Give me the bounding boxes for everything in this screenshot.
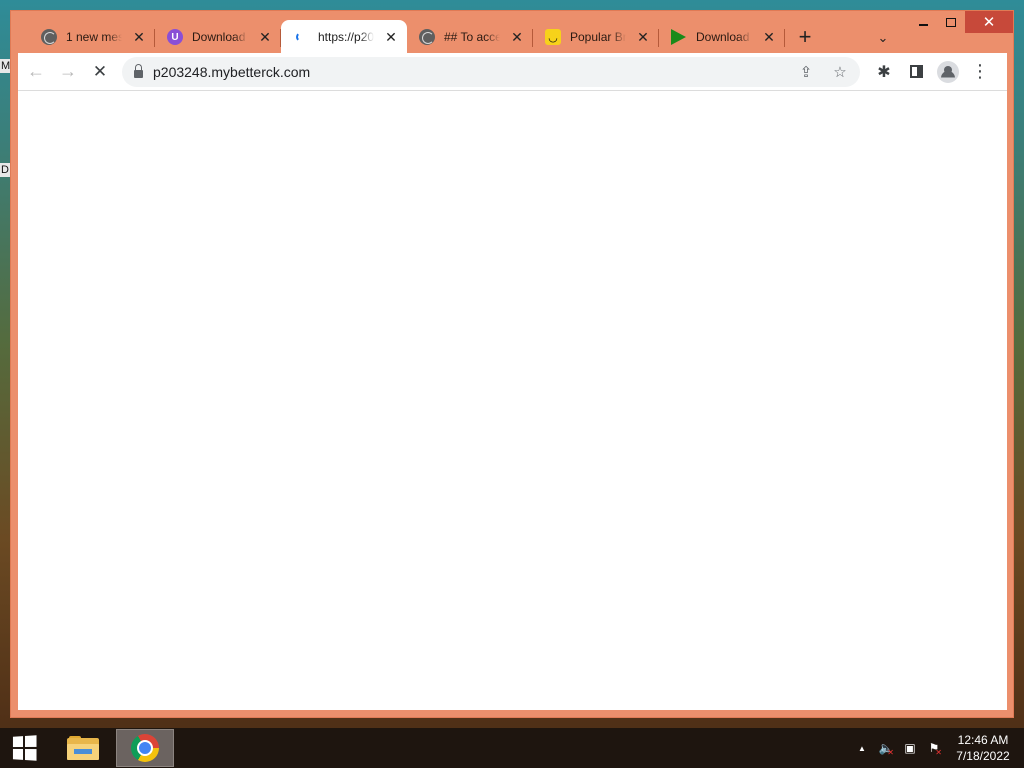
side-panel-button[interactable] <box>900 56 932 88</box>
tab-close-icon[interactable]: ✕ <box>257 29 273 45</box>
chrome-taskbar-button[interactable] <box>116 729 174 767</box>
tab-title: Popular Bra <box>570 30 626 44</box>
forward-button[interactable]: → <box>52 56 84 88</box>
start-button[interactable] <box>0 728 48 768</box>
url-text[interactable]: p203248.mybetterck.com <box>153 64 784 80</box>
tab-separator <box>784 29 785 47</box>
tab-active[interactable]: https://p20 ✕ <box>281 20 407 54</box>
close-window-button[interactable]: ✕ <box>965 11 1013 33</box>
maximize-button[interactable] <box>937 11 965 33</box>
minimize-button[interactable] <box>909 11 937 33</box>
tab-close-icon[interactable]: ✕ <box>509 29 525 45</box>
file-explorer-taskbar-button[interactable] <box>54 728 112 768</box>
profile-button[interactable] <box>932 56 964 88</box>
window-caption-buttons: ✕ <box>909 11 1013 33</box>
browser-toolbar: ← → ✕ p203248.mybetterck.com ⇪ ☆ ✱ ⋮ <box>18 53 1007 91</box>
network-icon[interactable]: ▣ <box>898 728 922 768</box>
tab[interactable]: Download I ✕ <box>659 20 785 54</box>
toolbar-right-actions: ✱ ⋮ <box>868 56 996 88</box>
tab-title: Download A <box>192 30 248 44</box>
tab-close-icon[interactable]: ✕ <box>635 29 651 45</box>
tab-close-icon[interactable]: ✕ <box>383 29 399 45</box>
menu-kebab-icon[interactable]: ⋮ <box>964 56 996 88</box>
tab-title: ## To acces <box>444 30 500 44</box>
stop-loading-button[interactable]: ✕ <box>84 56 116 88</box>
maximize-icon <box>946 17 956 27</box>
clock-time: 12:46 AM <box>957 733 1009 747</box>
extensions-puzzle-icon[interactable]: ✱ <box>868 56 900 88</box>
back-button[interactable]: ← <box>20 56 52 88</box>
share-icon[interactable]: ⇪ <box>794 60 818 84</box>
show-hidden-icons-arrow-icon[interactable]: ▲ <box>850 728 874 768</box>
tab[interactable]: U Download A ✕ <box>155 20 281 54</box>
smiley-icon: ◡ <box>545 29 561 45</box>
tab[interactable]: ◡ Popular Bra ✕ <box>533 20 659 54</box>
bookmark-star-icon[interactable]: ☆ <box>828 60 852 84</box>
system-tray: ▲ 🔈 ✕ ▣ ⚑ ✕ 12:46 AM 7/18/2022 <box>850 728 1024 768</box>
globe-icon <box>41 29 57 45</box>
side-panel-icon <box>909 65 923 78</box>
volume-muted-icon[interactable]: 🔈 ✕ <box>874 728 898 768</box>
tab-close-icon[interactable]: ✕ <box>761 29 777 45</box>
browser-window: ✕ 1 new mess ✕ U Download A ✕ https://p2… <box>10 10 1014 718</box>
tab[interactable]: 1 new mess ✕ <box>29 20 155 54</box>
new-tab-button[interactable]: + <box>785 20 825 54</box>
chrome-icon <box>131 734 159 762</box>
play-triangle-icon <box>671 29 686 45</box>
page-content-blank[interactable] <box>18 91 1007 710</box>
loading-spinner-icon <box>296 32 306 42</box>
taskbar: ▲ 🔈 ✕ ▣ ⚑ ✕ 12:46 AM 7/18/2022 <box>0 728 1024 768</box>
windows-logo-icon <box>12 735 37 761</box>
minimize-icon <box>918 24 928 26</box>
tab-title: https://p20 <box>318 30 374 44</box>
action-center-flag-icon[interactable]: ⚑ ✕ <box>922 728 946 768</box>
lock-icon[interactable] <box>134 63 143 78</box>
tab-close-icon[interactable]: ✕ <box>131 29 147 45</box>
address-bar[interactable]: p203248.mybetterck.com ⇪ ☆ <box>122 56 860 87</box>
globe-icon <box>419 29 435 45</box>
file-explorer-icon <box>67 736 99 760</box>
clock[interactable]: 12:46 AM 7/18/2022 <box>950 732 1016 764</box>
tab-strip: 1 new mess ✕ U Download A ✕ https://p20 … <box>29 20 825 54</box>
tab-title: Download I <box>696 30 752 44</box>
tab[interactable]: ## To acces ✕ <box>407 20 533 54</box>
u-logo-icon: U <box>167 29 183 45</box>
clock-date: 7/18/2022 <box>956 749 1010 763</box>
tab-search-chevron-icon[interactable]: ⌄ <box>873 28 893 48</box>
tab-title: 1 new mess <box>66 30 122 44</box>
avatar-icon <box>937 60 959 83</box>
